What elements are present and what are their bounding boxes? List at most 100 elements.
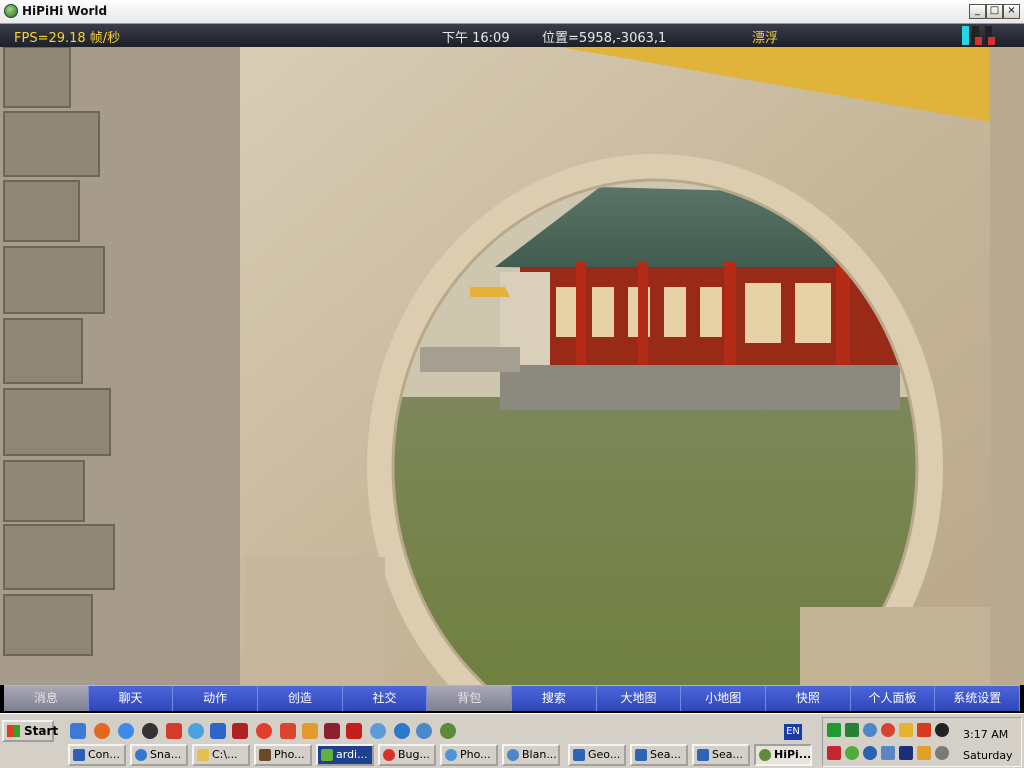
document-icon xyxy=(635,749,647,761)
start-label: Start xyxy=(24,724,59,738)
quicklaunch-bird-icon[interactable] xyxy=(324,723,340,739)
hipihi-app-icon xyxy=(4,4,18,18)
tray-network-icon[interactable] xyxy=(845,723,859,737)
task-label: Geo... xyxy=(588,748,621,761)
task-label: Pho... xyxy=(274,748,305,761)
minimize-button[interactable]: _ xyxy=(969,4,986,19)
menu-search[interactable]: 搜索 xyxy=(512,686,597,711)
tray-opera-icon[interactable] xyxy=(881,723,895,737)
tray-day: Saturday xyxy=(963,749,1013,762)
menu-chat[interactable]: 聊天 xyxy=(88,686,174,711)
quicklaunch-app-icon[interactable] xyxy=(166,723,182,739)
quicklaunch-browser-icon[interactable] xyxy=(416,723,432,739)
tray-app-icon[interactable] xyxy=(827,723,841,737)
task-label: Sna... xyxy=(150,748,182,761)
position-readout: 位置=5958,-3063,1 xyxy=(542,31,667,46)
fps-readout: FPS=29.18 帧/秒 xyxy=(14,31,121,46)
windows-logo-icon xyxy=(7,725,20,737)
task-button-bug[interactable]: Bug... xyxy=(378,744,436,766)
folder-icon xyxy=(197,749,209,761)
browser-icon xyxy=(507,749,519,761)
tray-media-icon[interactable] xyxy=(935,723,949,737)
quicklaunch-tool-icon[interactable] xyxy=(210,723,226,739)
start-button[interactable]: Start xyxy=(2,720,58,742)
tray-volume-icon[interactable] xyxy=(935,746,949,760)
quicklaunch-chrome-icon[interactable] xyxy=(188,723,204,739)
task-label: ardi... xyxy=(336,748,368,761)
movement-mode: 漂浮 xyxy=(752,31,779,46)
status-hud: FPS=29.18 帧/秒 下午 16:09 位置=5958,-3063,1 漂… xyxy=(0,24,1024,47)
language-indicator[interactable]: EN xyxy=(784,724,802,740)
windows-taskbar: Start Con... Sna... C:\... Pho... ardi..… xyxy=(0,713,1024,768)
quicklaunch-skype-icon[interactable] xyxy=(394,723,410,739)
task-button-snagit[interactable]: Sna... xyxy=(130,744,188,766)
menu-backpack[interactable]: 背包 xyxy=(427,686,513,711)
tray-clock[interactable]: 3:17 AM xyxy=(963,728,1008,741)
tray-display-icon[interactable] xyxy=(899,746,913,760)
quicklaunch-acrobat-icon[interactable] xyxy=(346,723,362,739)
document-icon xyxy=(697,749,709,761)
tray-pencil-icon[interactable] xyxy=(917,746,931,760)
quicklaunch-car-icon[interactable] xyxy=(232,723,248,739)
task-label: Sea... xyxy=(650,748,681,761)
task-button-hipihi[interactable]: HiPi... xyxy=(754,744,812,766)
task-button-geo[interactable]: Geo... xyxy=(568,744,626,766)
task-button-search-2[interactable]: Sea... xyxy=(692,744,750,766)
menu-social[interactable]: 社交 xyxy=(342,686,428,711)
task-label: Sea... xyxy=(712,748,743,761)
quicklaunch-media-icon[interactable] xyxy=(142,723,158,739)
menu-create[interactable]: 创造 xyxy=(258,686,343,711)
app-icon xyxy=(321,749,333,761)
menu-world-map[interactable]: 大地图 xyxy=(596,686,682,711)
task-label: Con... xyxy=(88,748,120,761)
menu-actions[interactable]: 动作 xyxy=(173,686,259,711)
task-button-search-1[interactable]: Sea... xyxy=(630,744,688,766)
document-icon xyxy=(573,749,585,761)
task-button-folder[interactable]: C:\... xyxy=(192,744,250,766)
tray-av-icon[interactable] xyxy=(917,723,931,737)
quicklaunch-puzzle-icon[interactable] xyxy=(302,723,318,739)
quicklaunch-ie-icon[interactable] xyxy=(118,723,134,739)
photoshop-icon xyxy=(259,749,271,761)
opera-icon xyxy=(383,749,395,761)
menu-profile-panel[interactable]: 个人面板 xyxy=(850,686,936,711)
3d-viewport[interactable] xyxy=(0,47,1024,685)
maximize-button[interactable]: □ xyxy=(986,4,1003,19)
menu-messages[interactable]: 消息 xyxy=(4,686,89,711)
task-label: HiPi... xyxy=(774,748,812,761)
menu-snapshot[interactable]: 快照 xyxy=(766,686,851,711)
task-button-blank[interactable]: Blan... xyxy=(502,744,560,766)
tray-browser-icon[interactable] xyxy=(863,723,877,737)
quicklaunch-hipihi-icon[interactable] xyxy=(440,723,456,739)
task-label: Pho... xyxy=(460,748,491,761)
menu-system-settings[interactable]: 系统设置 xyxy=(935,686,1021,711)
quicklaunch-firefox-icon[interactable] xyxy=(94,723,110,739)
window-title: HiPiHi World xyxy=(22,4,108,18)
scene-render xyxy=(0,47,1024,685)
task-label: Blan... xyxy=(522,748,557,761)
window-titlebar[interactable]: HiPiHi World _ □ × xyxy=(0,0,1024,24)
menu-minimap[interactable]: 小地图 xyxy=(681,686,767,711)
console-icon xyxy=(73,749,85,761)
snagit-icon xyxy=(135,749,147,761)
tray-sync-icon[interactable] xyxy=(881,746,895,760)
photo-icon xyxy=(445,749,457,761)
quicklaunch-desktop-icon[interactable] xyxy=(70,723,86,739)
task-button-console[interactable]: Con... xyxy=(68,744,126,766)
task-label: Bug... xyxy=(398,748,430,761)
quicklaunch-network-icon[interactable] xyxy=(370,723,386,739)
game-clock: 下午 16:09 xyxy=(442,31,510,46)
quicklaunch-flash-icon[interactable] xyxy=(280,723,296,739)
quicklaunch-opera-icon[interactable] xyxy=(256,723,272,739)
tray-messenger-icon[interactable] xyxy=(845,746,859,760)
task-button-ardi[interactable]: ardi... xyxy=(316,744,374,766)
close-button[interactable]: × xyxy=(1003,4,1020,19)
task-button-photo[interactable]: Pho... xyxy=(440,744,498,766)
tray-acrobat-icon[interactable] xyxy=(827,746,841,760)
game-menu-bar: 消息 聊天 动作 创造 社交 背包 搜索 大地图 小地图 快照 个人面板 系统设… xyxy=(4,685,1021,711)
tray-tool-icon[interactable] xyxy=(899,723,913,737)
signal-meter-icon xyxy=(960,26,1006,45)
tray-skype-icon[interactable] xyxy=(863,746,877,760)
task-button-photoshop[interactable]: Pho... xyxy=(254,744,312,766)
task-label: C:\... xyxy=(212,748,238,761)
